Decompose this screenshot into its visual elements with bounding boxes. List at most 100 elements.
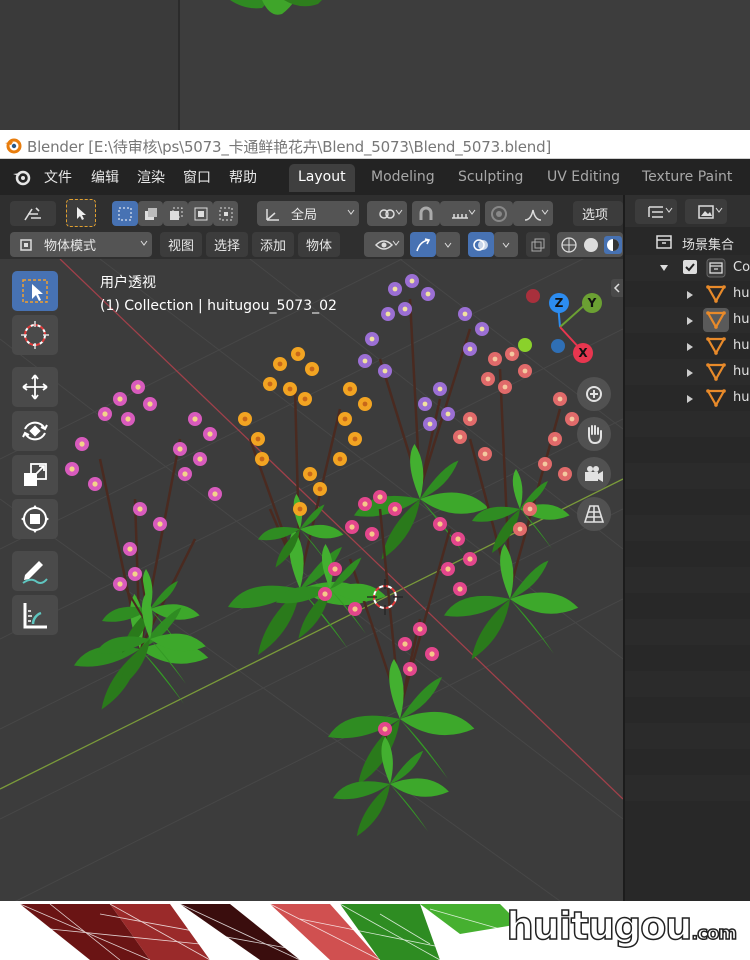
rotate-icon xyxy=(22,421,48,441)
outliner-empty-row xyxy=(625,619,750,645)
outliner-header xyxy=(625,195,750,227)
overlay-dropdown[interactable] xyxy=(494,232,518,257)
outliner-collection-row[interactable]: Co xyxy=(625,255,750,281)
tool-transform[interactable] xyxy=(12,499,58,539)
gizmo-dropdown[interactable] xyxy=(436,232,460,257)
object-label: hu xyxy=(733,286,750,301)
menu-help[interactable]: 帮助 xyxy=(229,167,257,187)
snap-target-dropdown[interactable] xyxy=(440,201,480,226)
gizmo-y-axis[interactable]: Y xyxy=(582,293,602,313)
outliner-object-row[interactable]: hu xyxy=(625,359,750,385)
x-axis-line xyxy=(59,259,623,800)
mesh-triangle-icon xyxy=(706,311,726,330)
wireframe-shading-icon[interactable] xyxy=(560,236,578,254)
outliner-object-row[interactable]: hu xyxy=(625,385,750,411)
select-box-icon xyxy=(22,279,48,303)
select-new-icon xyxy=(118,207,132,220)
tool-move[interactable] xyxy=(12,367,58,407)
scale-icon xyxy=(24,463,47,486)
xray-icon xyxy=(531,238,545,251)
outliner-empty-row xyxy=(625,515,750,541)
tab-uv-editing[interactable]: UV Editing xyxy=(538,164,629,192)
chevron-down-icon xyxy=(392,240,400,246)
expand-triangle-icon[interactable] xyxy=(659,264,669,272)
mesh-triangle-icon xyxy=(706,285,726,304)
tool-rotate[interactable] xyxy=(12,411,58,451)
mesh-triangle-icon xyxy=(706,337,726,356)
menu-render[interactable]: 渲染 xyxy=(137,167,165,187)
menu-window[interactable]: 窗口 xyxy=(183,167,211,187)
mode-dropdown[interactable]: 物体模式 xyxy=(10,232,152,257)
camera-icon xyxy=(585,466,603,482)
xray-toggle-button[interactable] xyxy=(526,232,550,257)
checkbox-checked-icon[interactable] xyxy=(682,259,698,275)
visibility-dropdown[interactable] xyxy=(364,232,404,257)
menu-file[interactable]: 文件 xyxy=(44,167,72,187)
collapsed-triangle-icon[interactable] xyxy=(686,342,694,352)
tool-annotate[interactable] xyxy=(12,551,58,591)
material-shading-icon[interactable] xyxy=(604,235,622,254)
menu-select[interactable]: 选择 xyxy=(206,232,248,257)
overlay-toggle-button[interactable] xyxy=(468,232,494,257)
outliner-scene-collection[interactable]: 场景集合 xyxy=(625,229,750,255)
gizmo-z-axis[interactable]: Z xyxy=(549,293,569,313)
gizmo-toggle-button[interactable] xyxy=(410,232,436,257)
options-dropdown[interactable]: 选项 xyxy=(573,201,623,226)
blender-menu-icon[interactable] xyxy=(12,168,32,186)
transform-orientation-dropdown[interactable]: 全局 xyxy=(257,201,359,226)
solid-shading-icon[interactable] xyxy=(582,236,600,254)
area-divider[interactable] xyxy=(623,195,625,901)
select-mode-intersect-button[interactable] xyxy=(213,201,238,226)
tool-cursor[interactable] xyxy=(12,315,58,355)
outliner-object-row[interactable]: hu xyxy=(625,281,750,307)
plant-center-magenta xyxy=(276,490,477,785)
measure-icon xyxy=(23,603,47,629)
select-extend-icon xyxy=(144,207,157,220)
pan-button[interactable] xyxy=(577,417,611,451)
tool-scale[interactable] xyxy=(12,455,58,495)
sidebar-toggle[interactable] xyxy=(611,279,623,297)
zoom-button[interactable] xyxy=(577,377,611,411)
viewport-scene xyxy=(0,259,623,901)
tab-texture-paint[interactable]: Texture Paint xyxy=(633,164,741,192)
menu-edit[interactable]: 编辑 xyxy=(91,167,119,187)
camera-view-button[interactable] xyxy=(577,457,611,491)
chevron-down-icon xyxy=(541,209,549,215)
object-mode-icon xyxy=(20,238,32,251)
pivot-point-dropdown[interactable] xyxy=(367,201,407,226)
select-mode-new-button[interactable] xyxy=(112,201,138,226)
collapsed-triangle-icon[interactable] xyxy=(686,368,694,378)
falloff-dropdown[interactable] xyxy=(513,201,553,226)
snap-toggle-button[interactable] xyxy=(412,201,440,226)
perspective-toggle-button[interactable] xyxy=(577,497,611,531)
top-menubar: 文件 编辑 渲染 窗口 帮助 Layout Modeling Sculpting… xyxy=(0,159,750,195)
menu-add[interactable]: 添加 xyxy=(252,232,294,257)
3d-viewport[interactable]: Z Y X 用户透视 (1) Collection | huitugou_507… xyxy=(0,259,623,901)
tab-modeling[interactable]: Modeling xyxy=(362,164,444,192)
outliner-object-row[interactable]: hu xyxy=(625,333,750,359)
tool-select-box[interactable] xyxy=(12,271,58,311)
outliner-object-row[interactable]: hu xyxy=(625,307,750,333)
chevron-down-icon xyxy=(444,242,452,248)
chevron-left-icon xyxy=(613,283,620,293)
outliner-empty-row xyxy=(625,567,750,593)
collapsed-triangle-icon[interactable] xyxy=(686,290,694,300)
tab-sculpting[interactable]: Sculpting xyxy=(449,164,532,192)
select-mode-invert-button[interactable] xyxy=(188,201,213,226)
select-mode-extend-button[interactable] xyxy=(138,201,163,226)
collapsed-triangle-icon[interactable] xyxy=(686,316,694,326)
outliner-display-mode[interactable] xyxy=(685,199,727,224)
collapsed-triangle-icon[interactable] xyxy=(686,394,694,404)
menu-object[interactable]: 物体 xyxy=(298,232,340,257)
tab-layout[interactable]: Layout xyxy=(289,164,355,192)
menu-view[interactable]: 视图 xyxy=(160,232,202,257)
gizmo-x-axis[interactable]: X xyxy=(573,343,593,363)
pan-hand-icon xyxy=(588,425,602,445)
outliner-editor-type[interactable] xyxy=(635,199,677,224)
tool-measure[interactable] xyxy=(12,595,58,635)
select-mode-subtract-button[interactable] xyxy=(163,201,188,226)
editor-type-button[interactable] xyxy=(10,201,56,226)
tool-select-button[interactable] xyxy=(66,199,96,227)
proportional-edit-button[interactable] xyxy=(485,201,513,226)
image-display-icon xyxy=(698,204,714,219)
